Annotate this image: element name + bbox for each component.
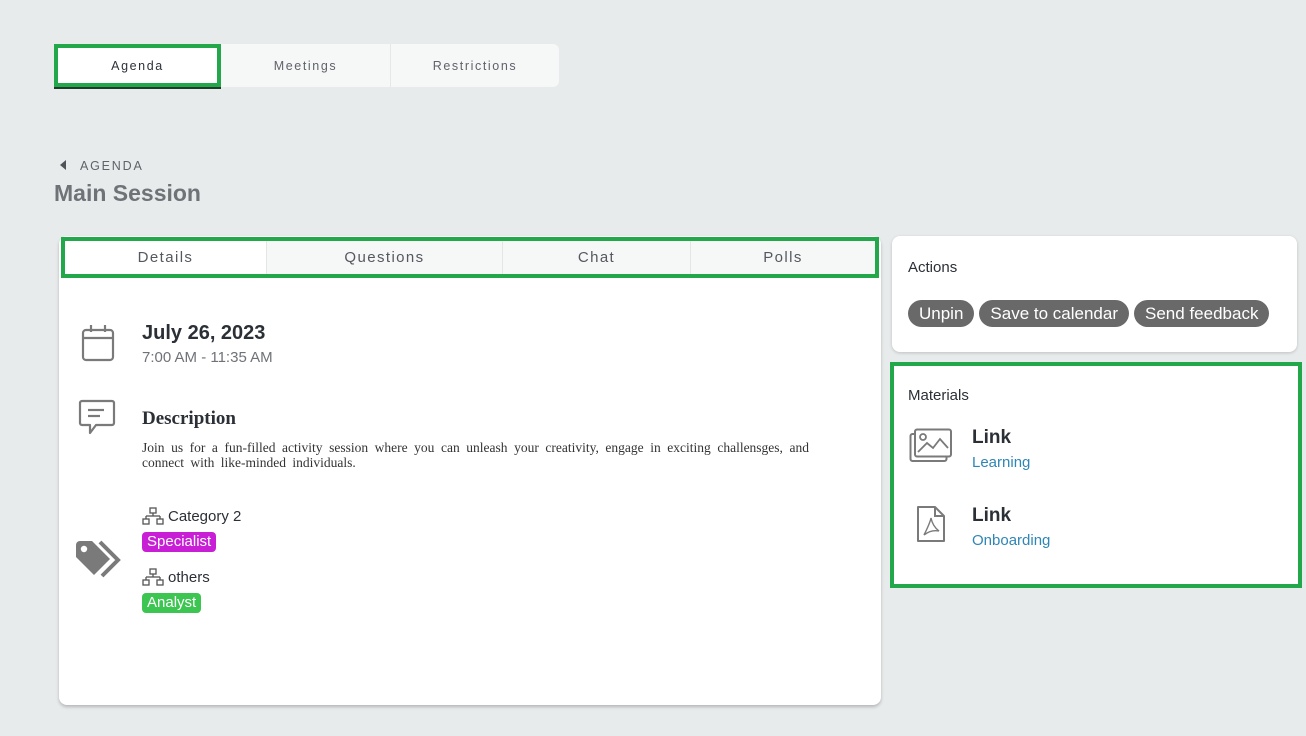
action-buttons: Unpin Save to calendar Send feedback: [908, 300, 1270, 327]
actions-heading: Actions: [908, 259, 958, 276]
image-gallery-icon: [909, 428, 952, 462]
description-title: Description: [142, 408, 236, 429]
caret-left-icon: [60, 160, 66, 170]
description-text: Join us for a fun-filled activity sessio…: [142, 440, 809, 470]
material-title: Link: [972, 505, 1012, 526]
session-time: 7:00 AM - 11:35 AM: [142, 349, 273, 366]
session-tabs: Details Questions Chat Polls: [61, 237, 879, 278]
unpin-button[interactable]: Unpin: [908, 300, 975, 327]
tab-agenda[interactable]: Agenda: [54, 44, 221, 87]
calendar-icon: [81, 325, 115, 362]
material-link-learning[interactable]: Learning: [972, 454, 1030, 471]
materials-heading: Materials: [908, 387, 969, 404]
tag-badge: Analyst: [142, 593, 202, 613]
category-row: others: [142, 568, 210, 586]
breadcrumb-label: AGENDA: [80, 159, 144, 173]
send-feedback-button[interactable]: Send feedback: [1134, 300, 1270, 327]
materials-card: Materials Link Learning Link Onboarding: [890, 362, 1302, 588]
tab-details[interactable]: Details: [65, 241, 267, 274]
tag-badge: Specialist: [142, 532, 217, 552]
tab-polls[interactable]: Polls: [691, 241, 875, 274]
page-title: Main Session: [54, 180, 201, 206]
top-tabs: Agenda Meetings Restrictions: [54, 44, 559, 87]
session-details-card: Details Questions Chat Polls July 26, 20…: [59, 236, 881, 705]
save-to-calendar-button[interactable]: Save to calendar: [979, 300, 1130, 327]
material-title: Link: [972, 427, 1012, 448]
sitemap-icon: [142, 568, 164, 586]
comment-icon: [78, 399, 116, 435]
tags-icon: [76, 540, 121, 578]
material-link-onboarding[interactable]: Onboarding: [972, 532, 1050, 549]
sitemap-icon: [142, 507, 164, 525]
breadcrumb[interactable]: AGENDA: [60, 159, 144, 173]
category-name: Category 2: [168, 507, 242, 525]
tab-chat[interactable]: Chat: [503, 241, 691, 274]
category-row: Category 2: [142, 507, 241, 525]
pdf-file-icon: [917, 506, 945, 542]
actions-card: Actions Unpin Save to calendar Send feed…: [892, 236, 1297, 352]
tab-meetings[interactable]: Meetings: [221, 44, 391, 87]
category-name: others: [168, 568, 210, 586]
tab-questions[interactable]: Questions: [267, 241, 503, 274]
tab-restrictions[interactable]: Restrictions: [391, 44, 559, 87]
session-date: July 26, 2023: [142, 322, 266, 344]
